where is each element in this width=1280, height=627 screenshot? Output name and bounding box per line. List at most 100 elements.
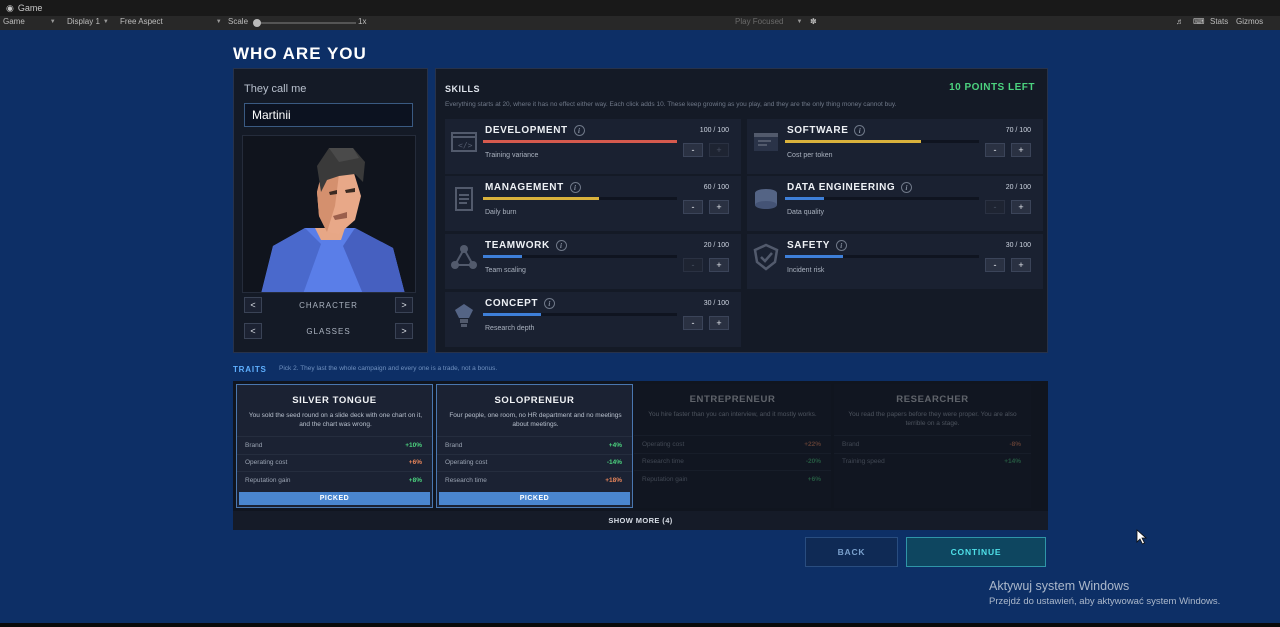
trait-card-silver-tongue[interactable]: SILVER TONGUE You sold the seed round on … (236, 384, 433, 508)
skill-increase-button[interactable]: + (1011, 258, 1031, 272)
trait-stat-row: Reputation gain +6% (634, 470, 831, 488)
skill-progress-fill (785, 255, 844, 258)
skill-increase-button[interactable]: + (1011, 143, 1031, 157)
trait-picked-badge: PICKED (439, 492, 630, 505)
trait-stat-value: +8% (408, 476, 422, 484)
skill-decrease-button[interactable]: - (985, 200, 1005, 214)
play-mode-dropdown[interactable]: Play Focused ▼ (735, 17, 802, 26)
skill-value: 70 / 100 (1005, 127, 1031, 134)
glasses-selector: < GLASSES > (244, 321, 413, 341)
info-icon[interactable]: i (836, 240, 848, 251)
svg-text:</>: </> (458, 141, 473, 150)
skill-value: 30 / 100 (1005, 242, 1031, 249)
trait-description: You sold the seed round on a slide deck … (248, 412, 423, 428)
name-label: They call me (244, 83, 307, 95)
trait-stat-label: Operating cost (245, 459, 288, 467)
character-avatar-image (261, 148, 405, 292)
character-prev-button[interactable]: < (244, 297, 262, 313)
trait-stat-value: +18% (605, 476, 622, 484)
info-icon[interactable]: i (901, 182, 913, 193)
skill-name: SOFTWARE i (787, 125, 866, 136)
skill-increase-button[interactable]: + (709, 258, 729, 272)
skill-subtitle: Research depth (485, 325, 535, 332)
traits-title: TRAITS (233, 365, 267, 374)
skills-description: Everything starts at 20, where it has no… (445, 101, 897, 108)
skill-decrease-button[interactable]: - (683, 143, 703, 157)
glasses-next-button[interactable]: > (394, 323, 413, 339)
skill-card-management: MANAGEMENT i 60 / 100 Daily burn - + (445, 176, 741, 231)
skill-progress-fill (483, 313, 542, 316)
skill-subtitle: Team scaling (485, 267, 526, 274)
info-icon[interactable]: i (569, 182, 581, 193)
scale-label: Scale (228, 17, 249, 26)
trait-stat-label: Operating cost (642, 440, 685, 448)
skill-name: DATA ENGINEERING i (787, 182, 913, 193)
info-icon[interactable]: i (573, 125, 585, 136)
trait-card-entrepreneur[interactable]: ENTREPRENEUR You hire faster than you can… (634, 384, 831, 508)
traits-description: Pick 2. They last the whole campaign and… (279, 365, 498, 372)
trait-stat-row: Research time -20% (634, 452, 831, 471)
skill-decrease-button[interactable]: - (985, 143, 1005, 157)
skill-increase-button[interactable]: + (709, 143, 729, 157)
glasses-prev-button[interactable]: < (244, 323, 262, 339)
glasses-selector-label: GLASSES (306, 326, 351, 336)
trait-card-solopreneur[interactable]: SOLOPRENEUR Four people, one room, no HR … (436, 384, 633, 508)
skill-increase-button[interactable]: + (1011, 200, 1031, 214)
info-icon[interactable]: i (544, 298, 556, 309)
chevron-down-icon: ▼ (102, 18, 109, 25)
trait-card-researcher[interactable]: RESEARCHER You read the papers before the… (834, 384, 1031, 508)
aspect-dropdown[interactable]: Free Aspect ▼ (120, 17, 222, 26)
character-selector-label: CHARACTER (299, 300, 358, 310)
trait-stats: Brand -8% Training speed +14% (834, 435, 1031, 470)
skill-decrease-button[interactable]: - (985, 258, 1005, 272)
skill-increase-button[interactable]: + (709, 200, 729, 214)
skill-decrease-button[interactable]: - (683, 316, 703, 330)
skill-card-concept: CONCEPT i 30 / 100 Research depth - + (445, 292, 741, 347)
editor-toolbar: Game ▼ Display 1 ▼ Free Aspect ▼ Scale 1x P… (0, 16, 1280, 30)
skill-increase-button[interactable]: + (709, 316, 729, 330)
skill-name: SAFETY i (787, 240, 848, 251)
scale-slider-handle[interactable] (253, 19, 261, 27)
skill-stepper: - + (683, 143, 729, 157)
skill-stepper: - + (683, 258, 729, 272)
windows-activation-subtitle: Przejdź do ustawień, aby aktywować syste… (989, 596, 1221, 607)
trait-stat-value: -8% (1009, 440, 1021, 448)
skill-progress-track (785, 197, 979, 200)
trait-stat-label: Brand (445, 441, 463, 449)
points-left-counter: 10 POINTS LEFT (949, 82, 1035, 93)
scale-value: 1x (358, 17, 367, 26)
skill-decrease-button[interactable]: - (683, 200, 703, 214)
view-dropdown[interactable]: Game ▼ (3, 17, 56, 26)
keyboard-icon[interactable]: ⌨ (1193, 17, 1205, 26)
name-input[interactable] (244, 103, 413, 127)
skill-decrease-button[interactable]: - (683, 258, 703, 272)
back-button[interactable]: BACK (805, 537, 898, 567)
skill-card-data-engineering: DATA ENGINEERING i 20 / 100 Data quality - + (747, 176, 1043, 231)
info-icon[interactable]: i (555, 240, 567, 251)
trait-stat-row: Training speed +14% (834, 452, 1031, 471)
stats-button[interactable]: Stats (1210, 17, 1228, 26)
show-more-button[interactable]: SHOW MORE (4) (233, 511, 1048, 530)
trait-stat-label: Training speed (842, 458, 885, 466)
skill-progress-fill (483, 197, 600, 200)
gizmos-button[interactable]: Gizmos (1236, 17, 1263, 26)
character-selector: < CHARACTER > (244, 295, 413, 315)
trait-stat-label: Reputation gain (642, 475, 688, 483)
skill-stepper: - + (985, 143, 1031, 157)
character-next-button[interactable]: > (395, 297, 413, 313)
info-icon[interactable]: i (854, 125, 866, 136)
trait-stat-row: Research time +18% (437, 471, 632, 489)
scale-slider-track[interactable] (256, 22, 356, 24)
trait-picked-badge: PICKED (239, 492, 430, 505)
skill-progress-fill (483, 255, 522, 258)
audio-icon[interactable]: ♬ (1176, 17, 1184, 26)
continue-button[interactable]: CONTINUE (906, 537, 1046, 567)
trait-stats: Brand +4% Operating cost -14% Research time +… (437, 436, 632, 489)
bug-icon[interactable]: ✽ (810, 17, 817, 26)
skill-progress-track (483, 313, 677, 316)
skill-value: 20 / 100 (703, 242, 729, 249)
skill-stepper: - + (683, 316, 729, 330)
display-dropdown[interactable]: Display 1 ▼ (67, 17, 109, 26)
trait-description: You hire faster than you can interview, … (648, 411, 817, 418)
gamepad-icon: ◉ (6, 2, 14, 13)
